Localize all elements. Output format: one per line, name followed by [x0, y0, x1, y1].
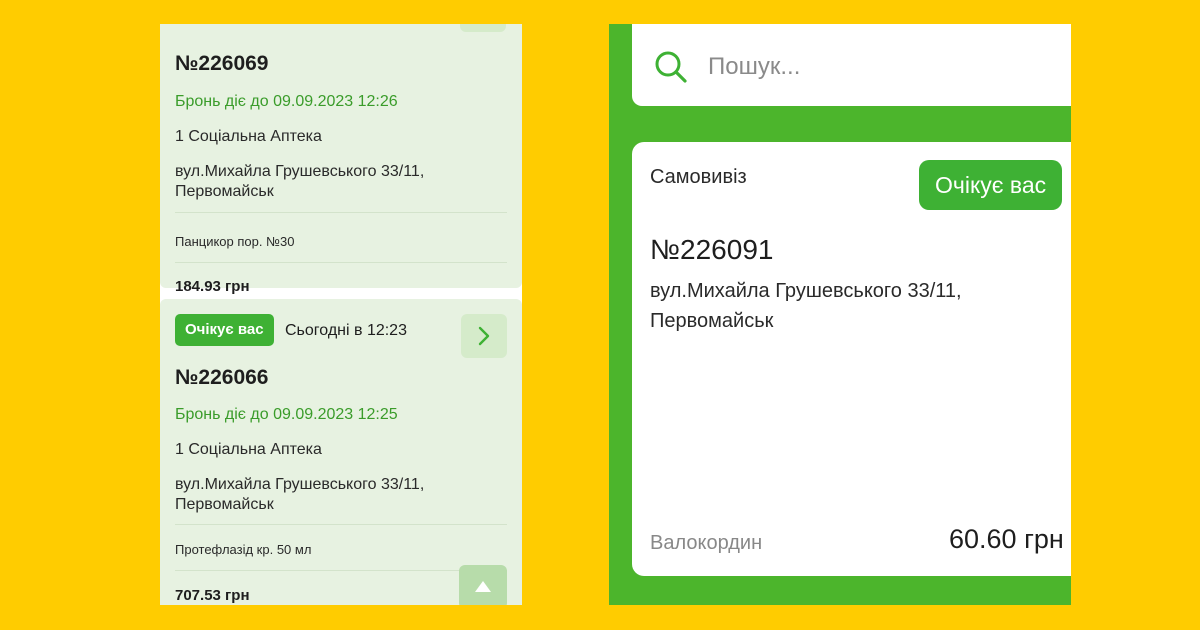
- order-price: 707.53 грн: [175, 587, 250, 604]
- chevron-button-partial[interactable]: [460, 24, 506, 32]
- divider: [175, 262, 507, 263]
- status-badge: Очікує вас: [175, 314, 274, 346]
- divider: [175, 524, 507, 525]
- pharmacy-name: 1 Соціальна Аптека: [175, 128, 322, 145]
- product-name: Протефлазід кр. 50 мл: [175, 542, 312, 557]
- chevron-right-icon: [478, 326, 490, 346]
- pharmacy-name: 1 Соціальна Аптека: [175, 441, 322, 458]
- address-line: вул.Михайла Грушевського 33/11,: [175, 163, 425, 180]
- product-name: Панцикор пор. №30: [175, 234, 295, 249]
- order-price: 184.93 грн: [175, 278, 250, 295]
- order-time: Сьогодні в 12:23: [285, 322, 407, 339]
- right-screenshot: Самовивіз Очікує вас №226091 вул.Михайла…: [609, 24, 1071, 605]
- order-card[interactable]: №226069 Бронь діє до 09.09.2023 12:26 1 …: [160, 24, 522, 295]
- arrow-up-icon: [475, 581, 491, 592]
- address-city: Первомайськ: [650, 310, 774, 332]
- order-number: №226066: [175, 366, 269, 389]
- scroll-to-top-button[interactable]: [459, 565, 507, 605]
- left-screenshot: №226069 Бронь діє до 09.09.2023 12:26 1 …: [160, 24, 522, 605]
- search-icon: [655, 51, 687, 83]
- order-price: 60.60 грн: [949, 524, 1064, 554]
- pharmacy-address: вул.Михайла Грушевського 33/11, Первомай…: [175, 475, 475, 515]
- search-input[interactable]: [708, 49, 1048, 85]
- address-line: вул.Михайла Грушевського 33/11,: [650, 280, 962, 302]
- order-number: №226069: [175, 52, 269, 75]
- order-card[interactable]: Самовивіз Очікує вас №226091 вул.Михайла…: [632, 142, 1071, 576]
- open-order-button[interactable]: [461, 314, 507, 358]
- status-badge: Очікує вас: [919, 160, 1063, 210]
- address-city: Первомайськ: [175, 496, 274, 513]
- order-number: №226091: [650, 234, 774, 265]
- delivery-type: Самовивіз: [650, 166, 747, 188]
- address-line: вул.Михайла Грушевського 33/11,: [175, 476, 425, 493]
- divider: [175, 212, 507, 213]
- divider: [175, 570, 507, 571]
- pharmacy-address: вул.Михайла Грушевського 33/11, Первомай…: [650, 276, 1050, 336]
- order-card[interactable]: Очікує вас Сьогодні в 12:23 №226066 Брон…: [160, 299, 522, 605]
- reservation-expiry: Бронь діє до 09.09.2023 12:25: [175, 406, 398, 423]
- product-name: Валокордин: [650, 532, 763, 554]
- search-bar[interactable]: [632, 24, 1071, 106]
- pharmacy-address: вул.Михайла Грушевського 33/11, Первомай…: [175, 162, 475, 202]
- address-city: Первомайськ: [175, 183, 274, 200]
- reservation-expiry: Бронь діє до 09.09.2023 12:26: [175, 93, 398, 110]
